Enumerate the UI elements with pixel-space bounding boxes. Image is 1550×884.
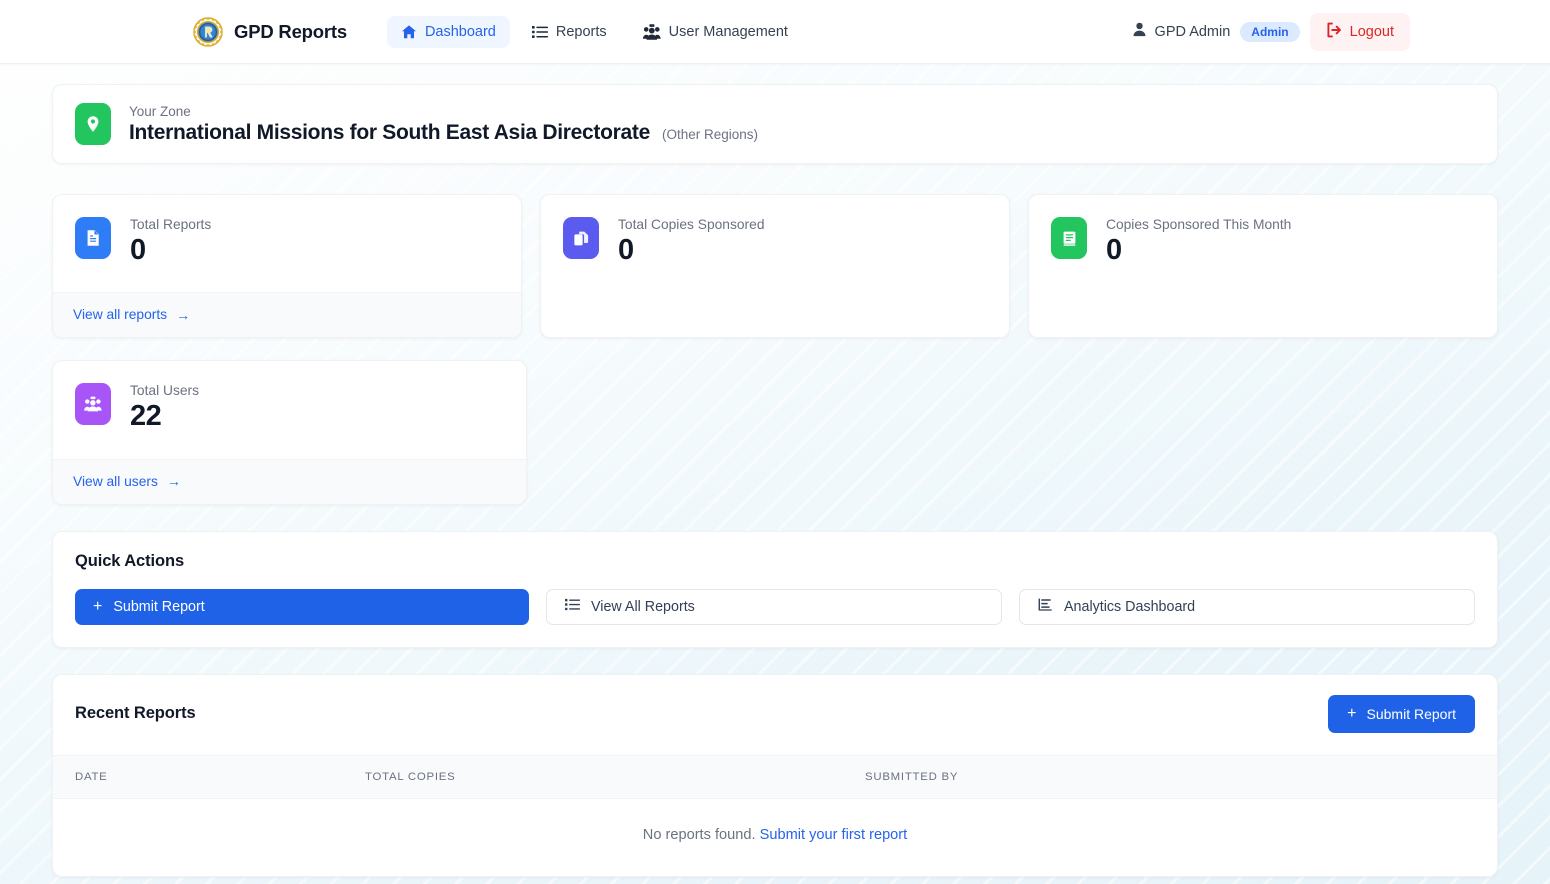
stat-label: Copies Sponsored This Month — [1106, 217, 1292, 232]
nav-item-user-management-label: User Management — [668, 23, 788, 40]
stat-card-footer: View all users → — [53, 458, 526, 504]
quick-action-submit-report-button[interactable]: + Submit Report — [75, 588, 529, 625]
page-content: Your Zone International Missions for Sou… — [0, 64, 1550, 877]
person-icon — [1132, 22, 1147, 41]
stat-value: 0 — [130, 234, 146, 266]
stat-text-block: Total Copies Sponsored 0 — [618, 217, 765, 266]
nav-item-user-management[interactable]: User Management — [629, 16, 802, 48]
submit-report-label: Submit Report — [1366, 705, 1456, 722]
chart-icon — [1038, 597, 1053, 616]
stat-card-total-users: Total Users 22 View all users → — [52, 360, 527, 505]
stat-label: Total Reports — [130, 217, 212, 232]
column-header-total-copies: TOTAL COPIES — [343, 754, 843, 799]
table-header-row: DATE TOTAL COPIES SUBMITTED BY — [53, 754, 1497, 799]
arrow-right-icon: → — [176, 306, 191, 323]
stat-card-copies-sponsored-this-month: Copies Sponsored This Month 0 — [1028, 194, 1498, 339]
view-all-reports-link[interactable]: View all reports → — [73, 307, 190, 322]
stats-row-secondary: Total Users 22 View all users → — [52, 360, 1498, 505]
stat-text-block: Copies Sponsored This Month 0 — [1106, 217, 1291, 266]
copies-icon — [563, 217, 599, 259]
empty-state-cell: No reports found. Submit your first repo… — [53, 798, 1497, 876]
stat-text-block: Total Reports 0 — [130, 217, 211, 266]
quick-action-analytics-dashboard-label: Analytics Dashboard — [1064, 598, 1196, 615]
recent-reports-panel: Recent Reports + Submit Report DATE TOTA… — [52, 673, 1498, 877]
column-header-date: DATE — [53, 754, 343, 799]
header-right: GPD Admin Admin Logout — [1132, 12, 1410, 51]
nav-item-dashboard-label: Dashboard — [424, 23, 496, 40]
submit-first-report-link[interactable]: Submit your first report — [760, 827, 908, 843]
nav-item-reports[interactable]: Reports — [518, 16, 621, 48]
quick-action-analytics-dashboard-button[interactable]: Analytics Dashboard — [1019, 588, 1475, 625]
view-all-reports-label: View all reports — [73, 307, 168, 323]
plus-icon: + — [1347, 704, 1357, 722]
logout-icon — [1326, 22, 1342, 42]
quick-actions-row: + Submit Report View All Reports Analyti… — [75, 588, 1475, 625]
empty-state-text: No reports found. — [642, 826, 756, 843]
logout-label: Logout — [1349, 23, 1394, 40]
quick-action-submit-report-label: Submit Report — [113, 598, 205, 615]
table-empty-row: No reports found. Submit your first repo… — [53, 798, 1497, 876]
brand-name: GPD Reports — [234, 20, 347, 42]
view-all-users-link[interactable]: View all users → — [73, 474, 181, 489]
home-icon — [401, 24, 417, 40]
stat-value: 0 — [618, 234, 634, 266]
stat-card-footer: View all reports → — [53, 292, 521, 338]
zone-name: International Missions for South East As… — [129, 120, 650, 144]
stat-label: Total Users — [130, 383, 200, 399]
quick-actions-title: Quick Actions — [75, 551, 185, 570]
stat-text-block: Total Users 22 — [130, 383, 199, 432]
main-nav: Dashboard Reports User Management — [386, 15, 802, 48]
nav-item-reports-label: Reports — [555, 23, 607, 40]
user-name: GPD Admin — [1154, 23, 1231, 40]
stat-value: 0 — [1106, 234, 1122, 266]
recent-reports-table: DATE TOTAL COPIES SUBMITTED BY No report… — [53, 754, 1497, 876]
map-pin-icon — [75, 103, 111, 145]
zone-banner: Your Zone International Missions for Sou… — [52, 84, 1498, 164]
arrow-right-icon: → — [166, 473, 181, 490]
stats-row-primary: Total Reports 0 View all reports → Total… — [52, 194, 1498, 339]
recent-reports-header: Recent Reports + Submit Report — [53, 675, 1497, 755]
nav-item-dashboard[interactable]: Dashboard — [386, 15, 510, 48]
quick-action-view-all-reports-label: View All Reports — [591, 598, 695, 615]
user-info[interactable]: GPD Admin — [1132, 22, 1231, 41]
recent-reports-title: Recent Reports — [75, 704, 196, 723]
stat-label: Total Copies Sponsored — [618, 217, 765, 232]
view-all-users-label: View all users — [73, 473, 158, 489]
top-navigation-bar: GPD Reports Dashboard Reports User Manag… — [0, 0, 1550, 64]
plus-icon: + — [93, 597, 103, 615]
stat-card-total-reports: Total Reports 0 View all reports → — [52, 194, 522, 339]
users-icon — [642, 23, 661, 40]
list-icon — [531, 24, 548, 40]
logout-button[interactable]: Logout — [1309, 12, 1410, 51]
zone-region: (Other Regions) — [661, 126, 759, 142]
stat-value: 22 — [130, 400, 162, 433]
users-group-icon — [75, 383, 111, 426]
book-icon — [1051, 217, 1087, 259]
stat-card-total-copies-sponsored: Total Copies Sponsored 0 — [540, 194, 1010, 339]
quick-actions-panel: Quick Actions + Submit Report View All R… — [52, 530, 1498, 648]
quick-action-view-all-reports-button[interactable]: View All Reports — [546, 588, 1002, 625]
brand[interactable]: GPD Reports — [192, 16, 347, 48]
submit-report-button[interactable]: + Submit Report — [1328, 694, 1475, 733]
document-icon — [75, 217, 111, 259]
gpd-emblem-logo-icon — [192, 16, 224, 48]
zone-label: Your Zone — [129, 103, 191, 119]
zone-text-block: Your Zone International Missions for Sou… — [129, 104, 758, 145]
role-badge: Admin — [1240, 21, 1300, 42]
column-header-submitted-by: SUBMITTED BY — [843, 754, 1497, 799]
list-icon — [565, 597, 580, 616]
